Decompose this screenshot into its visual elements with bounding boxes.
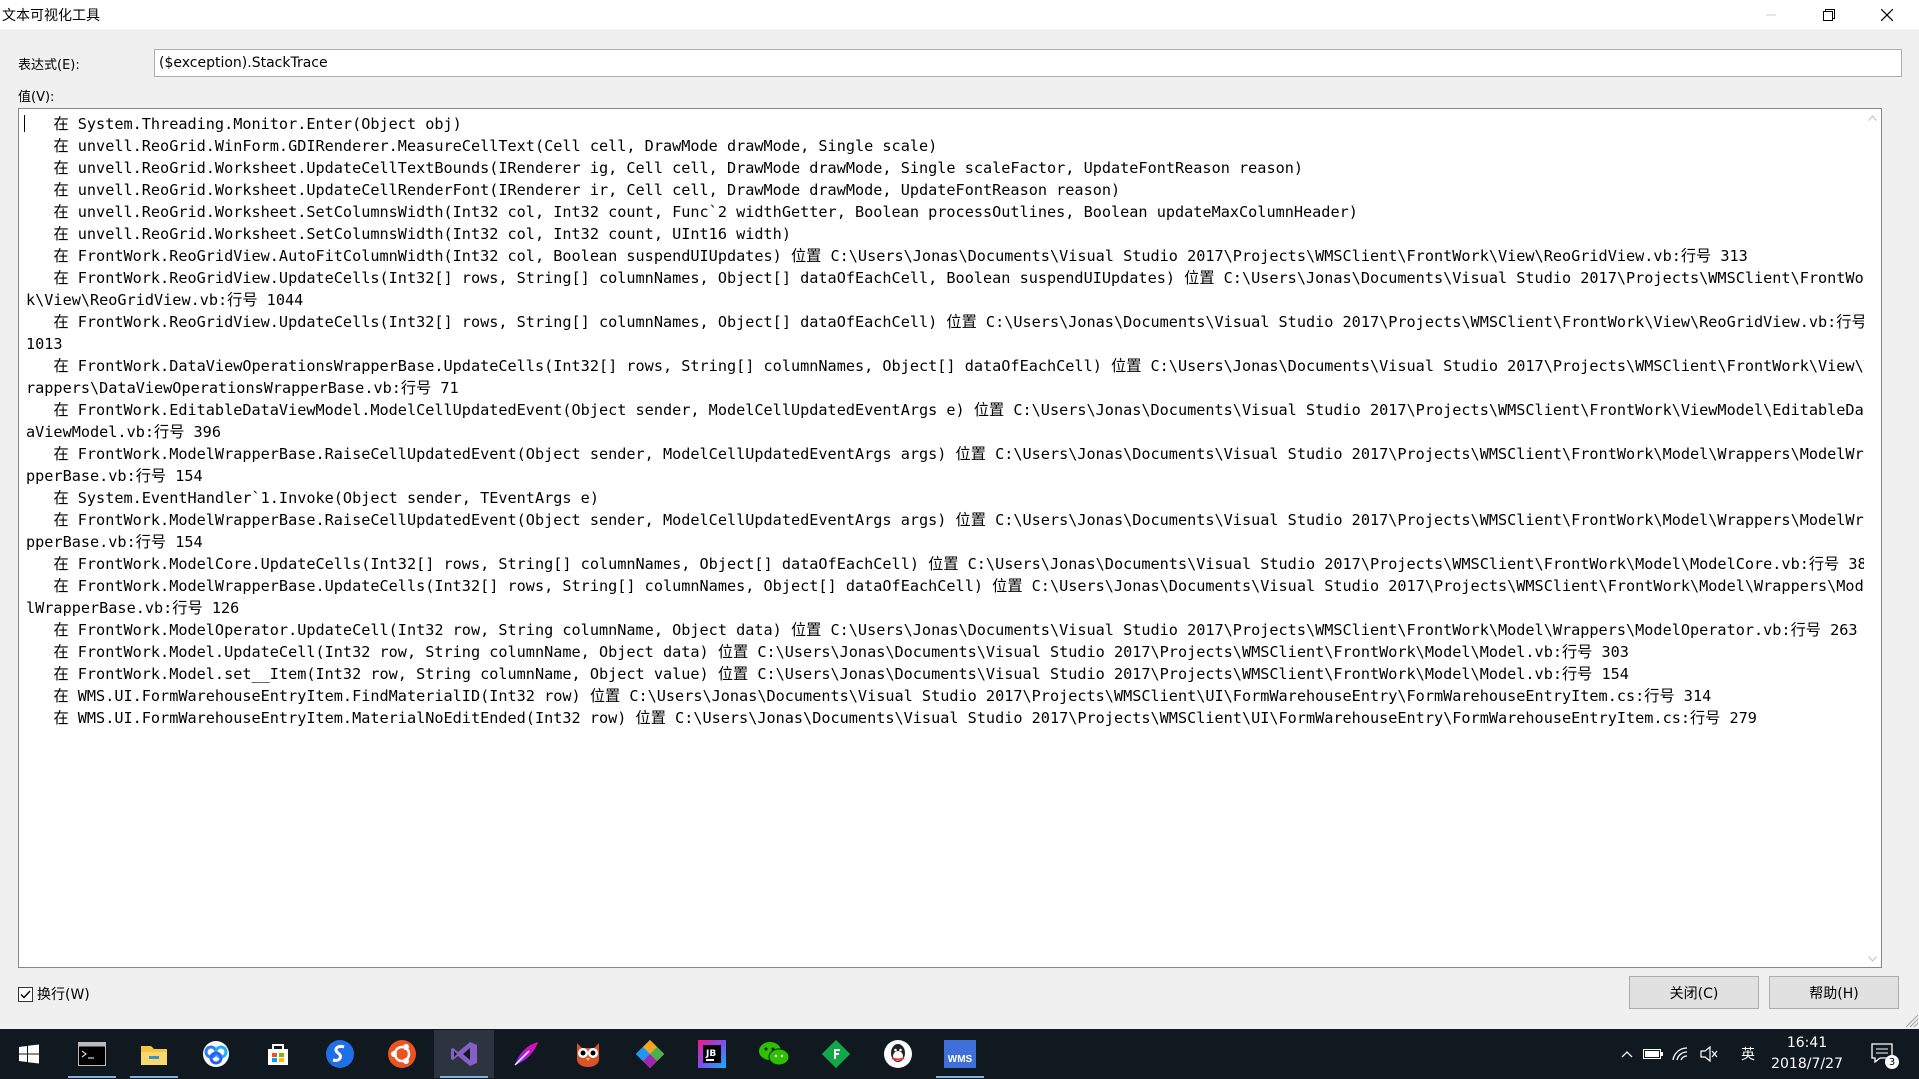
wifi-icon bbox=[1672, 1047, 1688, 1061]
volume-muted-icon bbox=[1700, 1046, 1718, 1062]
vertical-scrollbar[interactable] bbox=[1864, 109, 1881, 967]
start-button[interactable] bbox=[0, 1030, 58, 1078]
volume-button[interactable] bbox=[1696, 1029, 1722, 1079]
close-icon bbox=[1881, 8, 1893, 21]
taskbar-cmd[interactable] bbox=[62, 1030, 122, 1078]
window-title: 文本可视化工具 bbox=[2, 8, 100, 24]
clock-time: 16:41 bbox=[1786, 1035, 1828, 1051]
jetbrains-icon: JB bbox=[698, 1040, 726, 1068]
network-button[interactable] bbox=[1668, 1029, 1694, 1079]
restore-icon bbox=[1823, 8, 1835, 21]
wechat-icon bbox=[759, 1042, 790, 1066]
feather-app-icon bbox=[514, 1042, 538, 1066]
visual-studio-icon bbox=[451, 1042, 477, 1066]
wrap-checkbox[interactable] bbox=[18, 986, 33, 1002]
taskbar-owl-app[interactable] bbox=[558, 1030, 618, 1078]
baidu-netdisk-icon bbox=[203, 1041, 229, 1067]
start-icon bbox=[19, 1044, 39, 1064]
wrap-label: 换行(W) bbox=[37, 987, 90, 1003]
taskbar-git[interactable] bbox=[620, 1030, 680, 1078]
close-window-button[interactable] bbox=[1864, 0, 1910, 29]
store-icon bbox=[268, 1044, 288, 1065]
wms-app-label: WMS bbox=[947, 1054, 973, 1065]
green-diamond-app-icon bbox=[821, 1039, 851, 1069]
battery-button[interactable] bbox=[1640, 1029, 1666, 1079]
wrap-option[interactable]: 换行(W) bbox=[18, 984, 90, 1004]
taskbar-sogou[interactable] bbox=[310, 1030, 370, 1078]
taskbar-feather-app[interactable] bbox=[496, 1030, 556, 1078]
taskbar-visual-studio[interactable] bbox=[434, 1030, 494, 1078]
close-button[interactable]: 关闭(C) bbox=[1629, 976, 1759, 1009]
notification-badge: 3 bbox=[1885, 1055, 1899, 1069]
resize-grip-icon[interactable] bbox=[1901, 1010, 1919, 1028]
value-label: 值(V): bbox=[18, 90, 55, 105]
battery-icon bbox=[1643, 1049, 1663, 1059]
help-button[interactable]: 帮助(H) bbox=[1769, 976, 1899, 1009]
checkmark-icon bbox=[20, 990, 31, 999]
taskbar-green-diamond-app[interactable] bbox=[806, 1030, 866, 1078]
stack-trace-text: 在 System.Threading.Monitor.Enter(Object … bbox=[26, 115, 1876, 727]
taskbar-wechat[interactable] bbox=[744, 1030, 804, 1078]
ime-indicator[interactable]: 英 bbox=[1736, 1029, 1760, 1079]
cmd-icon bbox=[78, 1042, 106, 1066]
clock-date: 2018/7/27 bbox=[1771, 1056, 1843, 1072]
value-textbox[interactable]: 在 System.Threading.Monitor.Enter(Object … bbox=[18, 108, 1882, 968]
taskbar-file-explorer[interactable] bbox=[124, 1030, 184, 1078]
text-visualizer-window: 文本可视化工具 表达式(E): ($exception).StackTrace … bbox=[0, 0, 1919, 1029]
taskbar-baidu-netdisk[interactable] bbox=[186, 1030, 246, 1078]
ubuntu-icon bbox=[388, 1040, 416, 1068]
taskbar-ubuntu[interactable] bbox=[372, 1030, 432, 1078]
file-explorer-icon bbox=[141, 1046, 167, 1065]
svg-text:JB: JB bbox=[705, 1049, 716, 1059]
sogou-icon bbox=[326, 1040, 354, 1068]
scroll-down-button[interactable] bbox=[1864, 950, 1881, 967]
chevron-up-icon bbox=[1868, 114, 1877, 121]
expression-field[interactable]: ($exception).StackTrace bbox=[154, 49, 1902, 77]
show-hidden-icons-button[interactable] bbox=[1616, 1029, 1638, 1079]
qq-icon bbox=[884, 1040, 912, 1068]
taskbar-wms-app[interactable]: WMS bbox=[930, 1030, 990, 1078]
taskbar-store[interactable] bbox=[248, 1030, 308, 1078]
chevron-down-icon bbox=[1868, 955, 1877, 962]
taskbar-jetbrains[interactable]: JB bbox=[682, 1030, 742, 1078]
clock[interactable]: 16:41 2018/7/27 bbox=[1766, 1033, 1848, 1075]
action-center-button[interactable]: 3 bbox=[1860, 1029, 1906, 1079]
minimize-icon bbox=[1766, 14, 1776, 15]
wms-app-icon: WMS bbox=[944, 1040, 976, 1068]
taskbar-qq[interactable] bbox=[868, 1030, 928, 1078]
git-icon bbox=[635, 1039, 665, 1069]
text-caret bbox=[24, 115, 25, 132]
restore-button[interactable] bbox=[1806, 0, 1852, 29]
expression-label: 表达式(E): bbox=[18, 58, 80, 73]
chevron-up-icon bbox=[1621, 1051, 1633, 1058]
taskbar: JB WMS 英 16:41 2018/7/27 3 bbox=[0, 1029, 1919, 1079]
minimize-button[interactable] bbox=[1748, 0, 1794, 29]
scroll-up-button[interactable] bbox=[1864, 109, 1881, 126]
notification-icon: 3 bbox=[1871, 1043, 1899, 1069]
owl-app-icon bbox=[577, 1043, 599, 1067]
title-bar[interactable]: 文本可视化工具 bbox=[0, 0, 1919, 29]
